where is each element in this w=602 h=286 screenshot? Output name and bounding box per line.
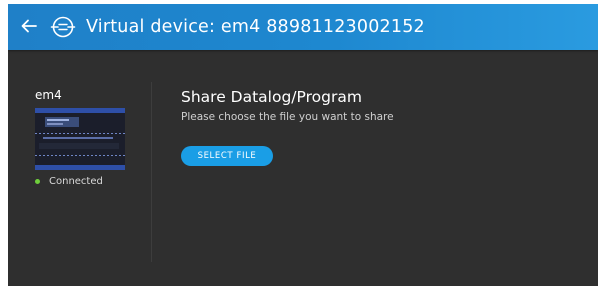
share-title: Share Datalog/Program bbox=[181, 88, 362, 106]
sidebar-divider bbox=[151, 82, 152, 262]
arrow-left-icon bbox=[21, 18, 37, 37]
device-name: em4 bbox=[35, 88, 62, 102]
back-button[interactable] bbox=[14, 12, 44, 42]
thumbnail-text-line bbox=[47, 123, 63, 125]
select-file-button[interactable]: SELECT FILE bbox=[181, 146, 273, 166]
thumbnail-bar bbox=[43, 137, 113, 139]
device-thumbnail[interactable] bbox=[35, 108, 125, 170]
page-title: Virtual device: em4 88981123002152 bbox=[86, 17, 425, 37]
thumbnail-text-line bbox=[47, 119, 69, 121]
status-dot-icon bbox=[35, 179, 40, 184]
app-window: Virtual device: em4 88981123002152 em4 C… bbox=[8, 4, 598, 286]
app-header: Virtual device: em4 88981123002152 bbox=[8, 4, 598, 50]
connection-logo-icon bbox=[50, 14, 76, 40]
thumbnail-strip bbox=[35, 133, 125, 134]
status-label: Connected bbox=[49, 176, 103, 187]
thumbnail-strip bbox=[35, 155, 125, 156]
share-subtitle: Please choose the file you want to share bbox=[181, 111, 394, 123]
thumbnail-panel bbox=[39, 143, 119, 149]
device-sidebar: em4 Connected bbox=[8, 50, 152, 286]
connection-status: Connected bbox=[35, 176, 103, 187]
